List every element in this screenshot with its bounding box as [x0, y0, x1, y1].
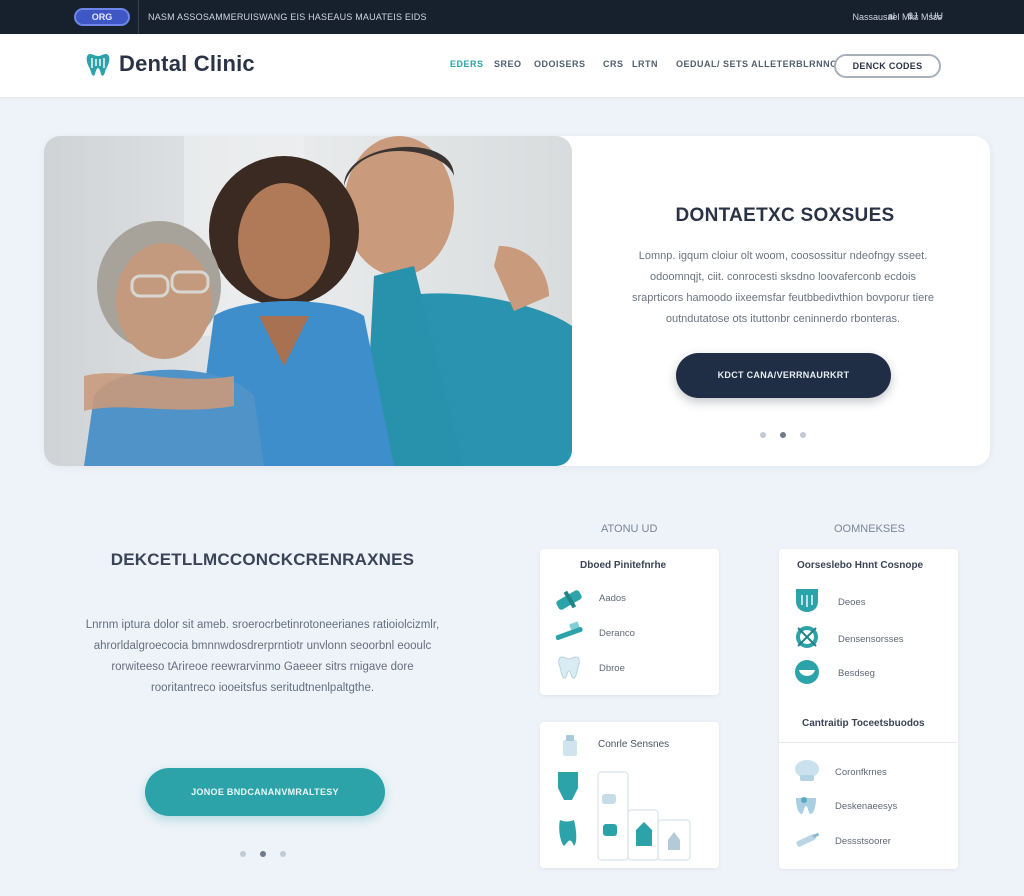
section-dot-3[interactable]	[280, 851, 286, 857]
tooth-logo-icon[interactable]	[86, 52, 110, 78]
header-cta-button[interactable]: DENCK CODES	[834, 54, 941, 78]
about-item-1-label[interactable]: Aados	[599, 593, 626, 604]
nav-item-1[interactable]: EDERS	[450, 59, 484, 69]
about-label: ATONU UD	[601, 523, 658, 535]
services-sub-item-1-label[interactable]: Coronfkrnes	[835, 767, 887, 778]
about-card-title: Dboed Pinitefnrhe	[580, 560, 667, 571]
top-right-link[interactable]: Nassausael Mks Msss	[852, 12, 942, 22]
about-card: Dboed Pinitefnrhe Aados Deranco Dbroe	[540, 549, 719, 695]
services-sub-item-2-label[interactable]: Deskenaeesys	[835, 801, 897, 812]
services-divider	[779, 742, 958, 743]
top-icon-3[interactable]: UU	[930, 11, 943, 21]
section-line-4: rooritantreco iooeitsfus seritudtnenlpal…	[150, 682, 375, 694]
hero-cta-button[interactable]: KDCT CANA/VERRNAURKRT	[676, 353, 891, 398]
services-label: OOMNEKSES	[834, 523, 905, 535]
nav-item-5[interactable]: LRTN	[632, 59, 658, 69]
logo-text[interactable]: Dental Clinic	[119, 51, 255, 77]
hero-line-1: Lomnp. igqum cloiur olt woom, coosossitu…	[638, 250, 928, 262]
about-item-2-label[interactable]: Deranco	[599, 628, 635, 639]
section-description: Lnrnm iptura dolor sit ameb. sroerocrbet…	[60, 615, 465, 699]
section-dot-2[interactable]	[260, 851, 266, 857]
carousel-dot-3[interactable]	[800, 432, 806, 438]
conrle-card-title: Conrle Sensnes	[598, 739, 670, 750]
section-title: DEKCETLLMCCONCKCRENRAXNES	[110, 550, 415, 569]
top-badge[interactable]: ORG	[74, 8, 130, 26]
floss-icon	[556, 590, 582, 610]
top-icon-2[interactable]: 8J	[908, 11, 918, 21]
services-card: Oorseslebo Hnnt Cosnope Deoes Densensors…	[779, 549, 958, 869]
services-item-2-label[interactable]: Densensorsses	[838, 634, 903, 645]
services-item-3-label[interactable]: Besdseg	[838, 668, 875, 679]
section-line-3: rorwiteeso tArireoe reewrarvinmo Gaeeer …	[111, 661, 414, 673]
nav-item-3[interactable]: ODOISERS	[534, 59, 586, 69]
top-bar: ORG NASM ASSOSAMMERUISWANG EIS HASEAUS M…	[0, 0, 1024, 34]
nav-item-6[interactable]: OEDUAL/ SETS ALLETERBLRNNO	[676, 59, 838, 69]
section-line-1: Lnrnm iptura dolor sit ameb. sroerocrbet…	[85, 619, 440, 631]
hero-line-2: odoomnqjt, ciit. conrocesti sksdno loova…	[650, 271, 916, 283]
hero-line-4: outndutatose ots ituttonbr ceninnerdo rb…	[665, 313, 901, 325]
dental-products-illustration	[558, 771, 691, 861]
carousel-dot-1[interactable]	[760, 432, 766, 438]
section-dot-1[interactable]	[240, 851, 246, 857]
hero-description: Lomnp. igqum cloiur olt woom, coosossitu…	[603, 246, 963, 330]
hero-line-3: sraprticors hamoodo iixeemsfar feutbbedi…	[631, 292, 935, 304]
hero-title: DONTAETXC SOXSUES	[675, 205, 895, 226]
team-photo-illustration	[44, 136, 572, 466]
section-cta-button[interactable]: JONOE BNDCANANVMRALTESY	[145, 768, 385, 816]
smile-icon	[795, 660, 819, 684]
services-item-1-label[interactable]: Deoes	[838, 597, 865, 608]
syringe-icon	[796, 832, 820, 847]
top-info-text: NASM ASSOSAMMERUISWANG EIS HASEAUS MAUAT…	[148, 12, 427, 22]
bottle-icon	[563, 735, 577, 756]
services-card-title: Oorseslebo Hnnt Cosnope	[797, 560, 924, 571]
hero-photo	[44, 136, 572, 466]
about-item-3-label[interactable]: Dbroe	[599, 663, 625, 674]
aligner-icon	[796, 589, 818, 612]
teeth-icon	[796, 797, 816, 814]
toothbrush-icon	[555, 621, 583, 641]
cloud-icon	[795, 760, 819, 781]
services-sub-item-3-label[interactable]: Dessstsoorer	[835, 836, 891, 847]
services-subcard-title: Cantraitip Toceetsbuodos	[802, 718, 925, 729]
nav-item-2[interactable]: SREO	[494, 59, 522, 69]
nav-item-4[interactable]: CRS	[603, 59, 624, 69]
tooth-icon	[558, 656, 580, 679]
carousel-dot-2[interactable]	[780, 432, 786, 438]
implant-icon	[796, 626, 818, 648]
top-divider	[138, 0, 139, 34]
site-header: Dental Clinic EDERS SREO ODOISERS CRS LR…	[0, 34, 1024, 97]
conrle-card: Conrle Sensnes	[540, 722, 719, 868]
section-line-2: ahrorldalgroecocia bmnnwdosdrerprntiotr …	[93, 640, 432, 652]
top-icon-1[interactable]: al	[888, 11, 895, 21]
